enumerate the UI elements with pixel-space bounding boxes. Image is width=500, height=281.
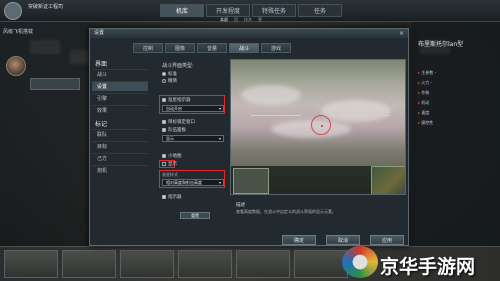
checkbox-icon <box>162 119 166 124</box>
nav-subtab[interactable]: 本部 <box>220 17 228 23</box>
nav-subtab[interactable]: 设 <box>234 17 238 23</box>
carousel-slot[interactable] <box>294 250 348 278</box>
checkbox-icon <box>162 97 166 102</box>
aircraft-name: 布里斯托尔lan型 <box>418 41 464 48</box>
carousel-slot[interactable] <box>62 250 116 278</box>
reticle-style-select[interactable]: 相对高度和射击高度 ▾ <box>162 179 224 186</box>
chevron-down-icon: ▾ <box>218 136 221 141</box>
right-aircraft-panel: 布里斯托尔lan型 ▸ 主参数 - ▸ 火力 - ▸ 作装 ▸ 机动 ▸ 速度 … <box>412 22 500 262</box>
nav-item[interactable]: 战斗 <box>92 69 148 79</box>
cancel-button[interactable]: 取消 <box>326 235 360 245</box>
carousel-slot[interactable] <box>120 250 174 278</box>
stat-row: ▸ 速度 <box>418 110 430 115</box>
commander-title: 突破新证工程司 <box>28 4 64 10</box>
tab-battle[interactable]: 战斗 <box>229 43 259 53</box>
checkbox-icon <box>162 194 166 199</box>
stat-row: ▸ 作装 <box>418 90 430 95</box>
checkbox-reticle[interactable]: 准星指示器 <box>162 97 191 103</box>
team-panel-select[interactable]: 显示 ▾ <box>162 135 224 142</box>
ok-button[interactable]: 确定 <box>282 235 316 245</box>
hud-line <box>339 115 389 116</box>
nav-section-header: 界面 <box>95 61 108 68</box>
apply-button[interactable]: 应用 <box>370 235 404 245</box>
checkbox-indicator[interactable]: 指示器 <box>162 194 182 200</box>
tab-sound[interactable]: 音量 <box>197 43 227 53</box>
close-icon[interactable]: × <box>398 30 405 37</box>
hud-minimap <box>371 166 405 194</box>
stat-row: ▸ 操控性 <box>418 120 434 125</box>
nav-subtabs: 本部 设 技术 更 <box>220 17 262 23</box>
nav-item[interactable]: 己方 <box>92 153 148 163</box>
aircraft-slot[interactable] <box>30 78 80 90</box>
checkbox-target-lock[interactable]: 目标锁定窗口 <box>162 119 195 125</box>
left-panel-line: 风级飞机搭载 <box>3 29 34 35</box>
nav-item[interactable]: 目标 <box>92 141 148 151</box>
radio-standard[interactable]: 标准 <box>162 71 177 77</box>
aim-reticle-icon <box>311 115 331 135</box>
commander-emblem-icon[interactable] <box>4 2 22 20</box>
top-navigation-bar: 突破新证工程司 机库 开发程度 特殊任务 任务 本部 设 技术 更 <box>0 0 500 22</box>
radio-icon <box>162 71 166 76</box>
nav-item[interactable]: 引擎 <box>92 93 148 103</box>
nav-tab-special-missions[interactable]: 特殊任务 <box>252 4 296 17</box>
chevron-down-icon: ▾ <box>218 180 221 185</box>
cloud <box>321 100 391 122</box>
reset-button[interactable]: 重置 <box>180 212 210 219</box>
radio-icon <box>162 78 166 83</box>
stat-row: ▸ 机动 <box>418 100 430 105</box>
checkbox-minimap[interactable]: 小地图 <box>162 153 182 159</box>
chevron-down-icon: ▾ <box>218 106 221 111</box>
checkbox-icon <box>162 161 166 166</box>
reticle-style-label: 准星样式 <box>162 172 178 177</box>
settings-tabs: 控制 图像 音量 战斗 游戏 <box>133 43 293 53</box>
settings-category-nav: 界面 战斗 设置 引擎 效果 标记 联队 目标 己方 炮机 <box>92 59 150 209</box>
description-text: 查看高度数据，在战斗中自定义的战斗界面的显示元素。 <box>236 209 336 214</box>
options-heading: 战斗界面类型: <box>162 63 194 69</box>
battle-interface-options: 战斗界面类型: 标准 精简 准星指示器 自动开启 ▾ 目标锁定窗口 队伍面板 显示… <box>158 62 230 222</box>
carousel-slot[interactable] <box>236 250 290 278</box>
game-screen: 突破新证工程司 机库 开发程度 特殊任务 任务 本部 设 技术 更 风级飞机搭载… <box>0 0 500 281</box>
cloud <box>241 85 301 105</box>
nav-tab-hangar[interactable]: 机库 <box>160 4 204 17</box>
tab-controls[interactable]: 控制 <box>133 43 163 53</box>
watermark-text: 京华手游网 <box>380 256 476 278</box>
nav-item[interactable]: 效果 <box>92 105 148 115</box>
hud-line <box>251 115 301 116</box>
checkbox-team-panel[interactable]: 队伍面板 <box>162 127 186 133</box>
nav-item[interactable]: 炮机 <box>92 165 148 175</box>
settings-dialog: 设置 × 控制 图像 音量 战斗 游戏 界面 战斗 设置 引擎 效果 标记 联队… <box>89 28 409 246</box>
main-nav-tabs: 机库 开发程度 特殊任务 任务 <box>160 4 344 17</box>
checkbox-icon <box>162 127 166 132</box>
nav-section-header: 标记 <box>95 121 108 128</box>
hud-aircraft-status <box>233 168 269 194</box>
watermark-logo <box>342 246 378 278</box>
nav-item-selected[interactable]: 设置 <box>92 81 148 91</box>
tab-graphics[interactable]: 图像 <box>165 43 195 53</box>
dialog-title: 设置 <box>90 29 408 38</box>
carousel-slot[interactable] <box>4 250 58 278</box>
stat-row: ▸ 主参数 - <box>418 70 437 75</box>
nav-item[interactable]: 联队 <box>92 129 148 139</box>
nav-tab-development[interactable]: 开发程度 <box>206 4 250 17</box>
tab-game[interactable]: 游戏 <box>261 43 291 53</box>
nav-subtab[interactable]: 技术 <box>244 17 252 23</box>
checkbox-icon <box>162 153 166 158</box>
checkbox-show[interactable]: 显示 <box>162 161 177 167</box>
nav-tab-missions[interactable]: 任务 <box>298 4 342 17</box>
pilot-avatar[interactable] <box>6 56 26 76</box>
radio-compact[interactable]: 精简 <box>162 78 177 84</box>
stat-row: ▸ 火力 - <box>418 80 433 85</box>
description-title: 描述 <box>236 203 245 208</box>
reticle-select[interactable]: 自动开启 ▾ <box>162 105 224 112</box>
carousel-slot[interactable] <box>178 250 232 278</box>
nav-subtab[interactable]: 更 <box>258 17 262 23</box>
hud-preview-image <box>230 59 406 195</box>
